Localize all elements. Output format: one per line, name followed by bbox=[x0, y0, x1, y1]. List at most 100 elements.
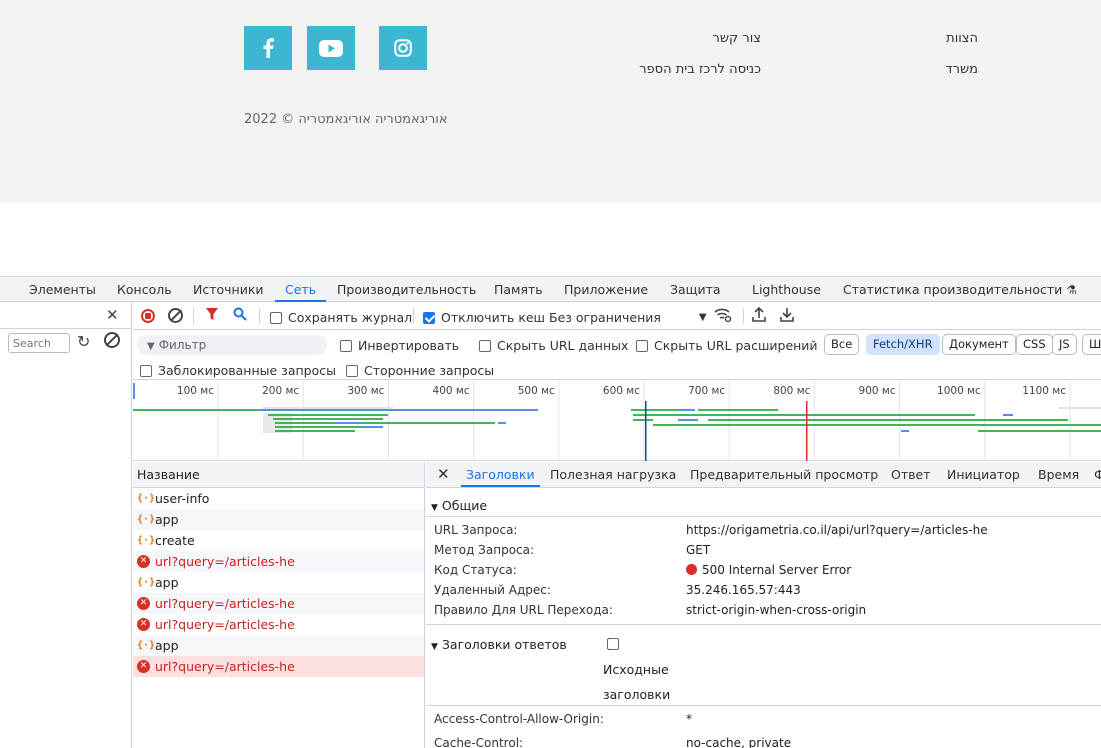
remote-address-key: Удаленный Адрес: bbox=[434, 583, 551, 597]
youtube-icon bbox=[319, 39, 343, 57]
tab-response[interactable]: Ответ bbox=[891, 462, 930, 487]
divider bbox=[426, 516, 1101, 517]
chip-js[interactable]: JS bbox=[1052, 334, 1077, 355]
tab-network[interactable]: Сеть bbox=[275, 277, 327, 302]
header-cache-control-key: Cache-Control: bbox=[434, 736, 524, 748]
timeline-bar bbox=[498, 422, 506, 424]
tab-cookies[interactable]: Ф bbox=[1094, 462, 1101, 487]
filter-input[interactable]: ▼ Фильтр bbox=[137, 335, 327, 355]
devtools-tabbar: Элементы Консоль Источники Сеть Производ… bbox=[0, 276, 1101, 302]
hide-data-urls-checkbox[interactable]: Скрыть URL данных bbox=[479, 338, 628, 353]
error-icon: ✕ bbox=[137, 555, 150, 568]
upload-icon bbox=[752, 307, 766, 322]
tab-timing[interactable]: Время bbox=[1038, 462, 1079, 487]
tab-performance-insights[interactable]: Статистика производительности ⚗ bbox=[843, 277, 1077, 302]
general-section-toggle[interactable]: ▼ Общие bbox=[431, 498, 487, 513]
refresh-icon[interactable]: ↻ bbox=[77, 332, 90, 351]
response-headers-toggle[interactable]: ▼ Заголовки ответов bbox=[431, 637, 567, 652]
tab-sources[interactable]: Источники bbox=[193, 277, 264, 302]
referrer-policy-key: Правило Для URL Перехода: bbox=[434, 603, 613, 617]
timeline-tick-label: 800 мс bbox=[773, 385, 810, 397]
timeline-range-handle[interactable] bbox=[133, 383, 135, 399]
third-party-checkbox[interactable]: Сторонние запросы bbox=[346, 363, 494, 378]
tab-console[interactable]: Консоль bbox=[117, 277, 172, 302]
record-button[interactable] bbox=[141, 309, 155, 323]
chip-css[interactable]: CSS bbox=[1016, 334, 1053, 355]
request-row[interactable]: {·} app bbox=[133, 572, 424, 593]
request-row[interactable]: ✕ url?query=/articles-he bbox=[133, 593, 424, 614]
wifi-settings-icon bbox=[714, 308, 732, 323]
request-row[interactable]: ✕ url?query=/articles-he bbox=[133, 551, 424, 572]
clear-log-button[interactable] bbox=[168, 308, 183, 323]
timeline-bar bbox=[275, 426, 365, 428]
status-code-key: Код Статуса: bbox=[434, 563, 517, 577]
footer-link-coordinator-login[interactable]: כניסה לרכז בית הספר bbox=[639, 62, 761, 77]
youtube-button[interactable] bbox=[307, 26, 355, 70]
chip-document[interactable]: Документ bbox=[942, 334, 1016, 355]
hide-extension-urls-checkbox[interactable]: Скрыть URL расширений bbox=[636, 338, 818, 353]
raw-headers-label: Исходные bbox=[603, 662, 669, 677]
timeline-bar bbox=[263, 407, 393, 409]
timeline-bar bbox=[363, 426, 383, 428]
timeline-bar bbox=[333, 422, 363, 424]
tab-application[interactable]: Приложение bbox=[564, 277, 648, 302]
request-row[interactable]: {·} app bbox=[133, 509, 424, 530]
tab-security[interactable]: Защита bbox=[670, 277, 721, 302]
triangle-down-icon: ▼ bbox=[431, 642, 438, 652]
tab-elements[interactable]: Элементы bbox=[29, 277, 96, 302]
tab-headers[interactable]: Заголовки bbox=[461, 462, 540, 487]
request-row[interactable]: {·} create bbox=[133, 530, 424, 551]
throttling-value: Без ограничения bbox=[549, 310, 661, 325]
tab-payload[interactable]: Полезная нагрузка bbox=[550, 462, 676, 487]
close-icon[interactable]: ✕ bbox=[437, 462, 450, 487]
blocked-requests-checkbox[interactable]: Заблокированные запросы bbox=[140, 363, 336, 378]
search-input[interactable] bbox=[8, 333, 70, 353]
request-row[interactable]: ✕ url?query=/articles-he bbox=[133, 614, 424, 635]
search-button[interactable] bbox=[233, 307, 247, 321]
timeline-bar bbox=[633, 419, 653, 421]
status-code-value: 500 Internal Server Error bbox=[686, 563, 851, 577]
request-method-key: Метод Запроса: bbox=[434, 543, 535, 557]
network-conditions-button[interactable] bbox=[714, 307, 732, 323]
chip-all[interactable]: Все bbox=[824, 334, 860, 355]
throttling-select[interactable]: Без ограничения ▼ bbox=[549, 310, 707, 325]
checkbox-box bbox=[140, 364, 152, 377]
disable-cache-checkbox[interactable]: Отключить кеш bbox=[423, 310, 545, 325]
timeline-bar bbox=[645, 414, 975, 416]
footer-link-team[interactable]: הצוות bbox=[946, 31, 978, 46]
preserve-log-checkbox[interactable]: Сохранять журнал bbox=[270, 310, 412, 325]
close-icon[interactable]: ✕ bbox=[106, 306, 119, 324]
timeline-bar bbox=[275, 430, 355, 432]
request-row[interactable]: {·} app bbox=[133, 635, 424, 656]
footer-link-contact[interactable]: צור קשר bbox=[713, 31, 762, 46]
request-row[interactable]: ✕ url?query=/articles-he bbox=[133, 656, 424, 677]
timeline-overview[interactable]: 100 мс 200 мс 300 мс 400 мс 500 мс 600 мс 700 … bbox=[133, 381, 1101, 461]
column-header-name[interactable]: Название bbox=[133, 462, 424, 488]
request-name: url?query=/articles-he bbox=[155, 554, 295, 569]
timeline-bar bbox=[698, 409, 778, 411]
instagram-button[interactable] bbox=[379, 26, 427, 70]
request-name: user-info bbox=[155, 491, 210, 506]
request-name: app bbox=[155, 575, 179, 590]
checkbox-box bbox=[607, 638, 619, 650]
triangle-down-icon: ▼ bbox=[431, 503, 438, 513]
record-stop-icon bbox=[141, 309, 155, 323]
request-name: url?query=/articles-he bbox=[155, 659, 295, 674]
chip-fetch-xhr[interactable]: Fetch/XHR bbox=[866, 334, 940, 355]
invert-checkbox[interactable]: Инвертировать bbox=[340, 338, 459, 353]
tab-memory[interactable]: Память bbox=[494, 277, 543, 302]
tab-preview[interactable]: Предварительный просмотр bbox=[690, 462, 878, 487]
raw-headers-checkbox[interactable] bbox=[607, 638, 625, 650]
facebook-button[interactable] bbox=[244, 26, 292, 70]
request-row[interactable]: {·} user-info bbox=[133, 488, 424, 509]
chip-font[interactable]: Шр bbox=[1082, 334, 1101, 355]
clear-icon[interactable] bbox=[104, 332, 120, 348]
tab-performance[interactable]: Производительность bbox=[337, 277, 476, 302]
footer-link-office[interactable]: משרד bbox=[946, 62, 978, 77]
tab-lighthouse[interactable]: Lighthouse bbox=[752, 277, 821, 302]
import-har-button[interactable] bbox=[752, 307, 766, 322]
filter-toggle-button[interactable] bbox=[205, 307, 219, 321]
export-har-button[interactable] bbox=[780, 307, 794, 322]
checkbox-box bbox=[479, 339, 491, 352]
tab-initiator[interactable]: Инициатор bbox=[947, 462, 1020, 487]
